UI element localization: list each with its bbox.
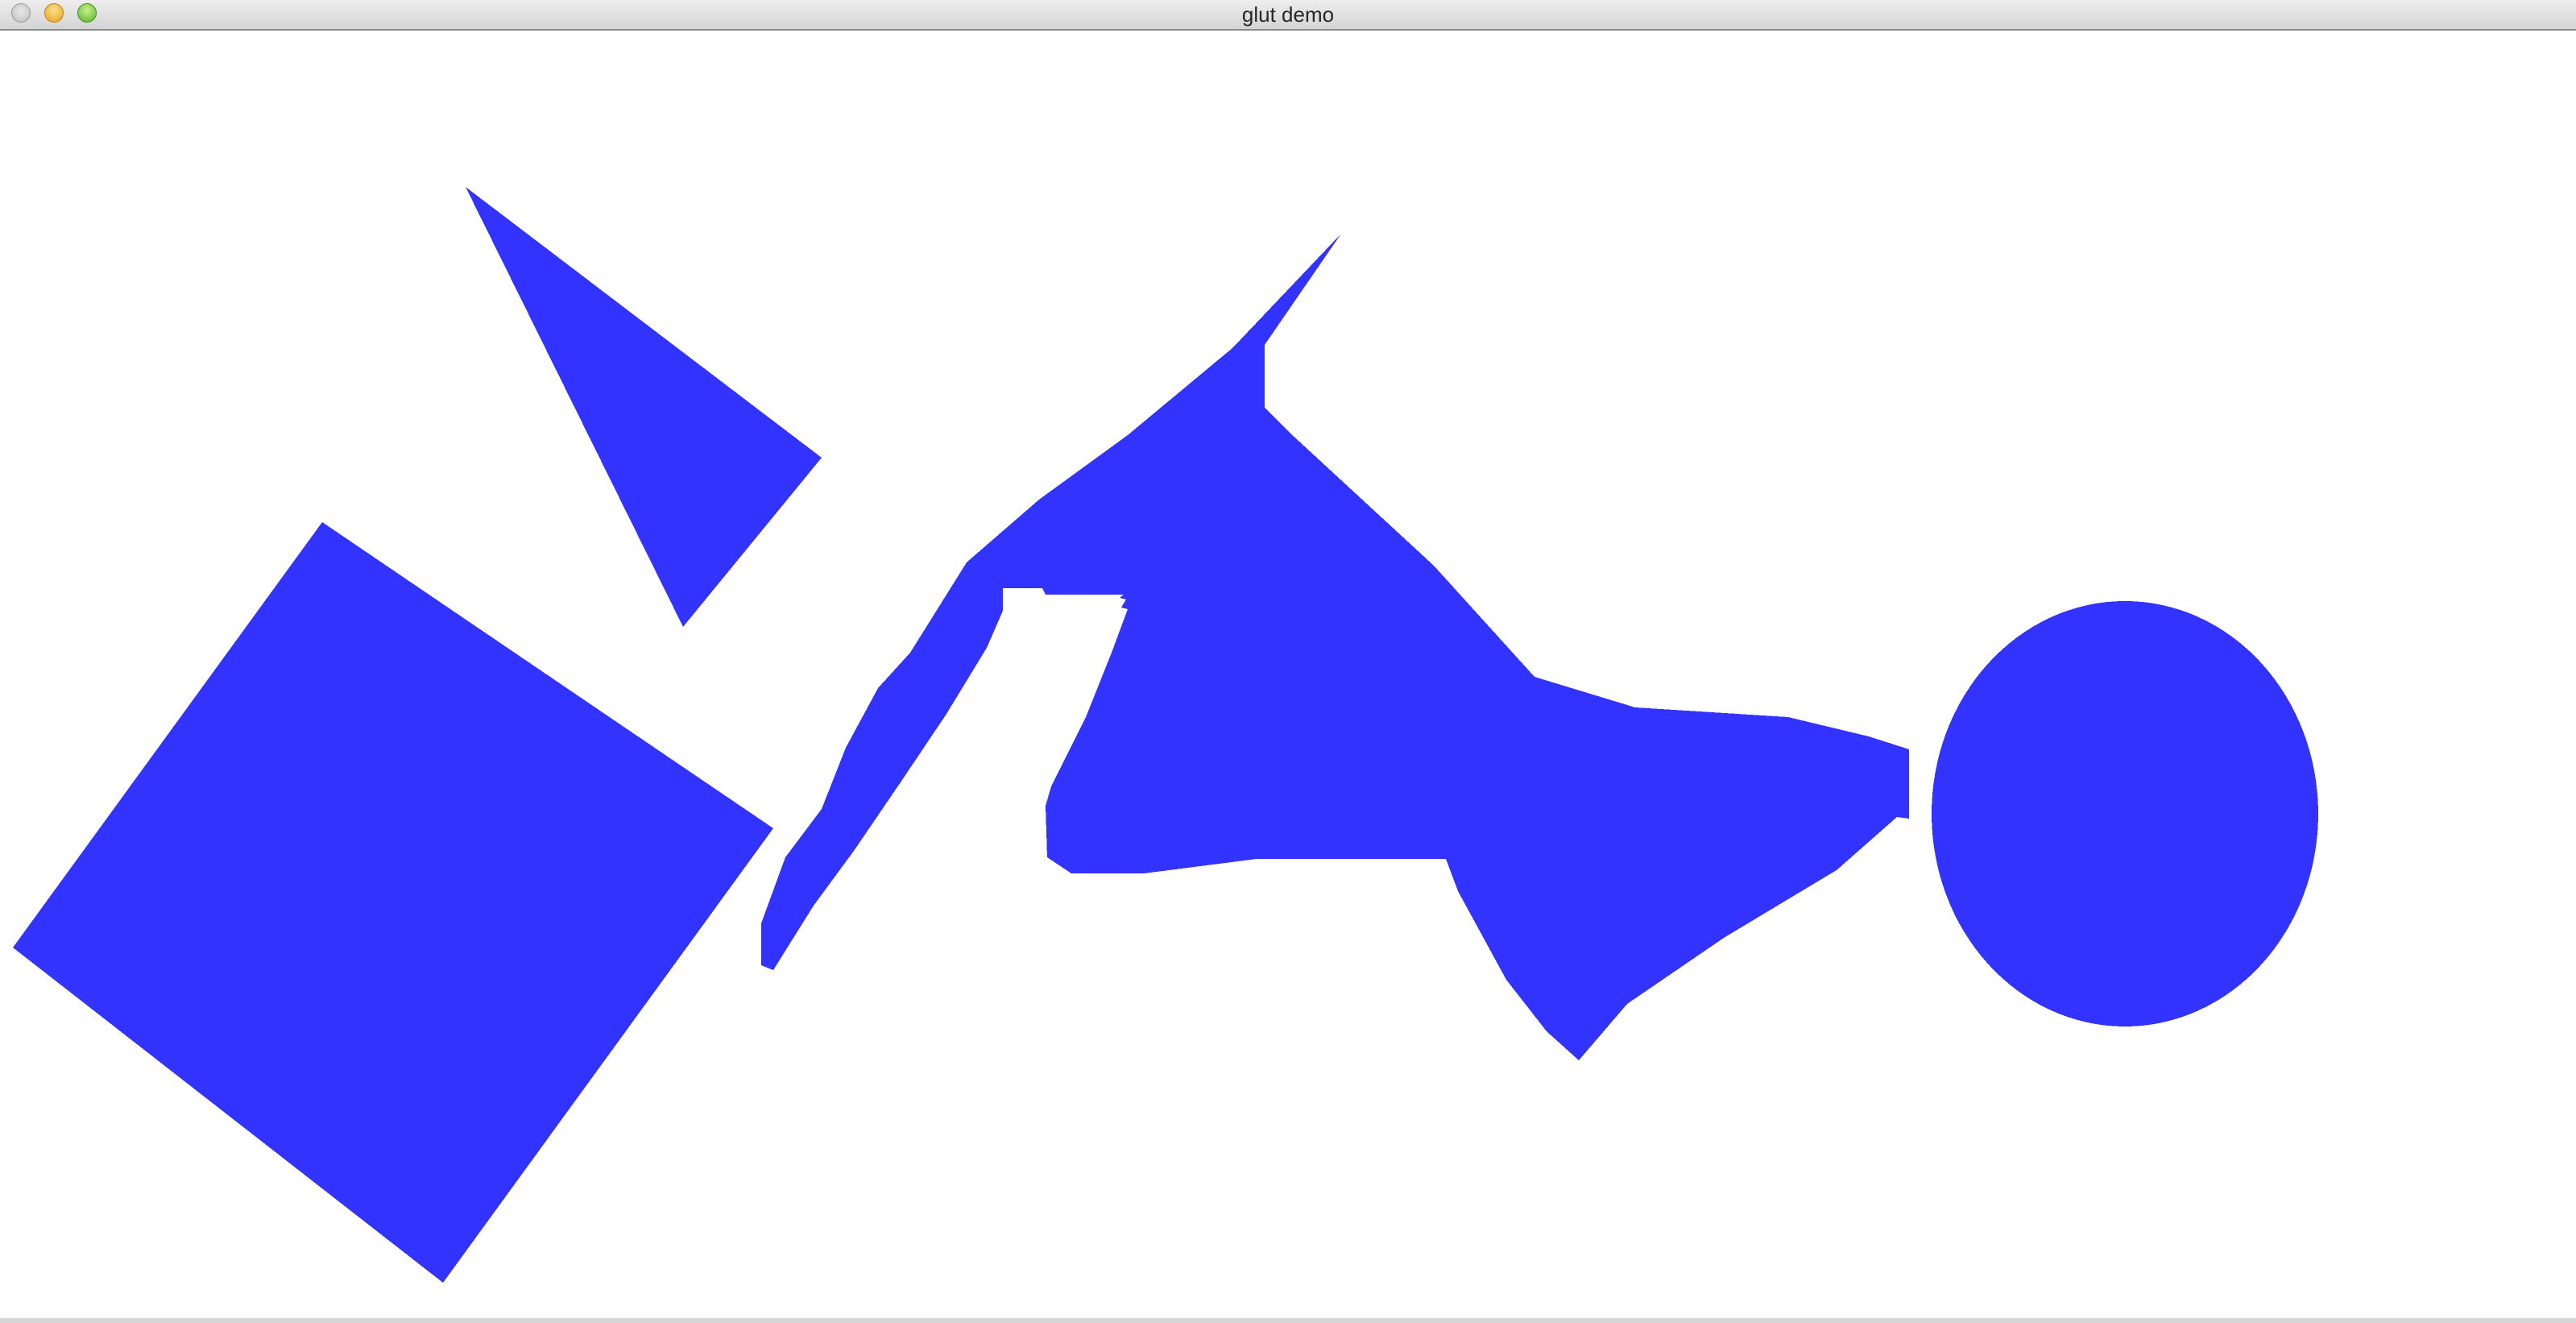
zigzag-shape <box>761 234 1909 1060</box>
render-canvas[interactable] <box>0 31 2576 1320</box>
scene-svg <box>13 187 2318 1283</box>
circle-shape <box>1932 601 2318 1026</box>
window-title: glut demo <box>1241 2 1335 27</box>
title-bar[interactable]: glut demo <box>0 0 2576 31</box>
window-bottom-edge <box>0 1318 2576 1323</box>
app-window: glut demo <box>0 0 2576 1323</box>
triangle-shape <box>466 187 822 627</box>
diamond-shape <box>13 522 773 1283</box>
